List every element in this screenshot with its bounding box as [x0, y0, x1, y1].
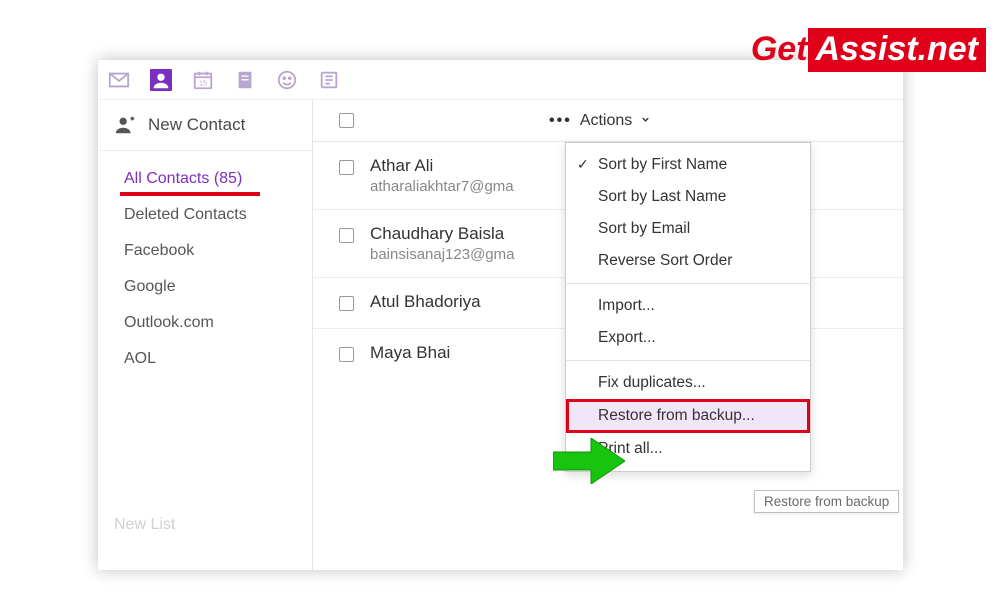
sidebar-item-outlook[interactable]: Outlook.com — [98, 305, 312, 341]
actions-dropdown-button[interactable]: ••• Actions — [549, 112, 651, 130]
chevron-down-icon — [640, 112, 651, 130]
watermark-part1: Get — [751, 30, 808, 68]
sidebar-item-deleted-contacts[interactable]: Deleted Contacts — [98, 197, 312, 233]
menu-item-reverse-sort[interactable]: Reverse Sort Order — [566, 245, 810, 277]
more-icon: ••• — [549, 112, 572, 130]
messenger-icon[interactable] — [276, 69, 298, 91]
new-contact-button[interactable]: New Contact — [98, 100, 312, 151]
contact-icon[interactable] — [150, 69, 172, 91]
mail-icon[interactable] — [108, 69, 130, 91]
annotation-arrow-icon — [553, 438, 625, 489]
menu-item-restore-backup[interactable]: Restore from backup... — [566, 399, 810, 433]
menu-item-sort-email[interactable]: Sort by Email — [566, 213, 810, 245]
contact-checkbox[interactable] — [339, 296, 354, 311]
sidebar-item-label: AOL — [124, 350, 156, 367]
menu-item-label: Export... — [598, 329, 656, 346]
actions-label: Actions — [580, 112, 632, 130]
new-list-label: New List — [114, 516, 175, 533]
calendar-icon[interactable]: 15 — [192, 69, 214, 91]
menu-item-label: Fix duplicates... — [598, 374, 706, 391]
sidebar-item-all-contacts[interactable]: All Contacts (85) — [98, 161, 312, 197]
sidebar-item-label: Deleted Contacts — [124, 206, 247, 223]
menu-item-sort-last-name[interactable]: Sort by Last Name — [566, 181, 810, 213]
content-header: ••• Actions — [313, 100, 903, 142]
sidebar-nav: All Contacts (85) Deleted Contacts Faceb… — [98, 151, 312, 377]
news-icon[interactable] — [318, 69, 340, 91]
sidebar-item-label: Outlook.com — [124, 314, 214, 331]
tooltip-text: Restore from backup — [764, 494, 889, 509]
menu-section-sort: Sort by First Name Sort by Last Name Sor… — [566, 143, 810, 283]
menu-item-fix-duplicates[interactable]: Fix duplicates... — [566, 367, 810, 399]
menu-section-io: Import... Export... — [566, 284, 810, 360]
new-list-button[interactable]: New List — [98, 500, 312, 570]
actions-menu: Sort by First Name Sort by Last Name Sor… — [565, 142, 811, 472]
menu-item-sort-first-name[interactable]: Sort by First Name — [566, 149, 810, 181]
sidebar-item-aol[interactable]: AOL — [98, 341, 312, 377]
tooltip: Restore from backup — [754, 490, 899, 513]
new-contact-icon — [114, 114, 136, 136]
sidebar-item-label: All Contacts (85) — [124, 170, 242, 187]
sidebar: New Contact All Contacts (85) Deleted Co… — [98, 100, 313, 570]
sidebar-item-label: Google — [124, 278, 176, 295]
brand-watermark: GetAssist.net — [751, 30, 986, 69]
contact-checkbox[interactable] — [339, 347, 354, 362]
notepad-icon[interactable] — [234, 69, 256, 91]
sidebar-item-google[interactable]: Google — [98, 269, 312, 305]
sidebar-item-facebook[interactable]: Facebook — [98, 233, 312, 269]
menu-item-label: Sort by Email — [598, 220, 690, 237]
menu-item-label: Reverse Sort Order — [598, 252, 732, 269]
menu-item-label: Restore from backup... — [598, 407, 755, 424]
menu-item-label: Sort by Last Name — [598, 188, 726, 205]
contact-checkbox[interactable] — [339, 160, 354, 175]
menu-item-export[interactable]: Export... — [566, 322, 810, 354]
new-contact-label: New Contact — [148, 115, 245, 135]
sidebar-item-label: Facebook — [124, 242, 194, 259]
menu-item-label: Import... — [598, 297, 655, 314]
svg-text:15: 15 — [199, 78, 207, 87]
watermark-part2: Assist.net — [808, 28, 987, 72]
menu-item-import[interactable]: Import... — [566, 290, 810, 322]
menu-item-label: Sort by First Name — [598, 156, 727, 173]
select-all-checkbox[interactable] — [339, 113, 354, 128]
highlight-underline — [120, 192, 260, 196]
contact-checkbox[interactable] — [339, 228, 354, 243]
